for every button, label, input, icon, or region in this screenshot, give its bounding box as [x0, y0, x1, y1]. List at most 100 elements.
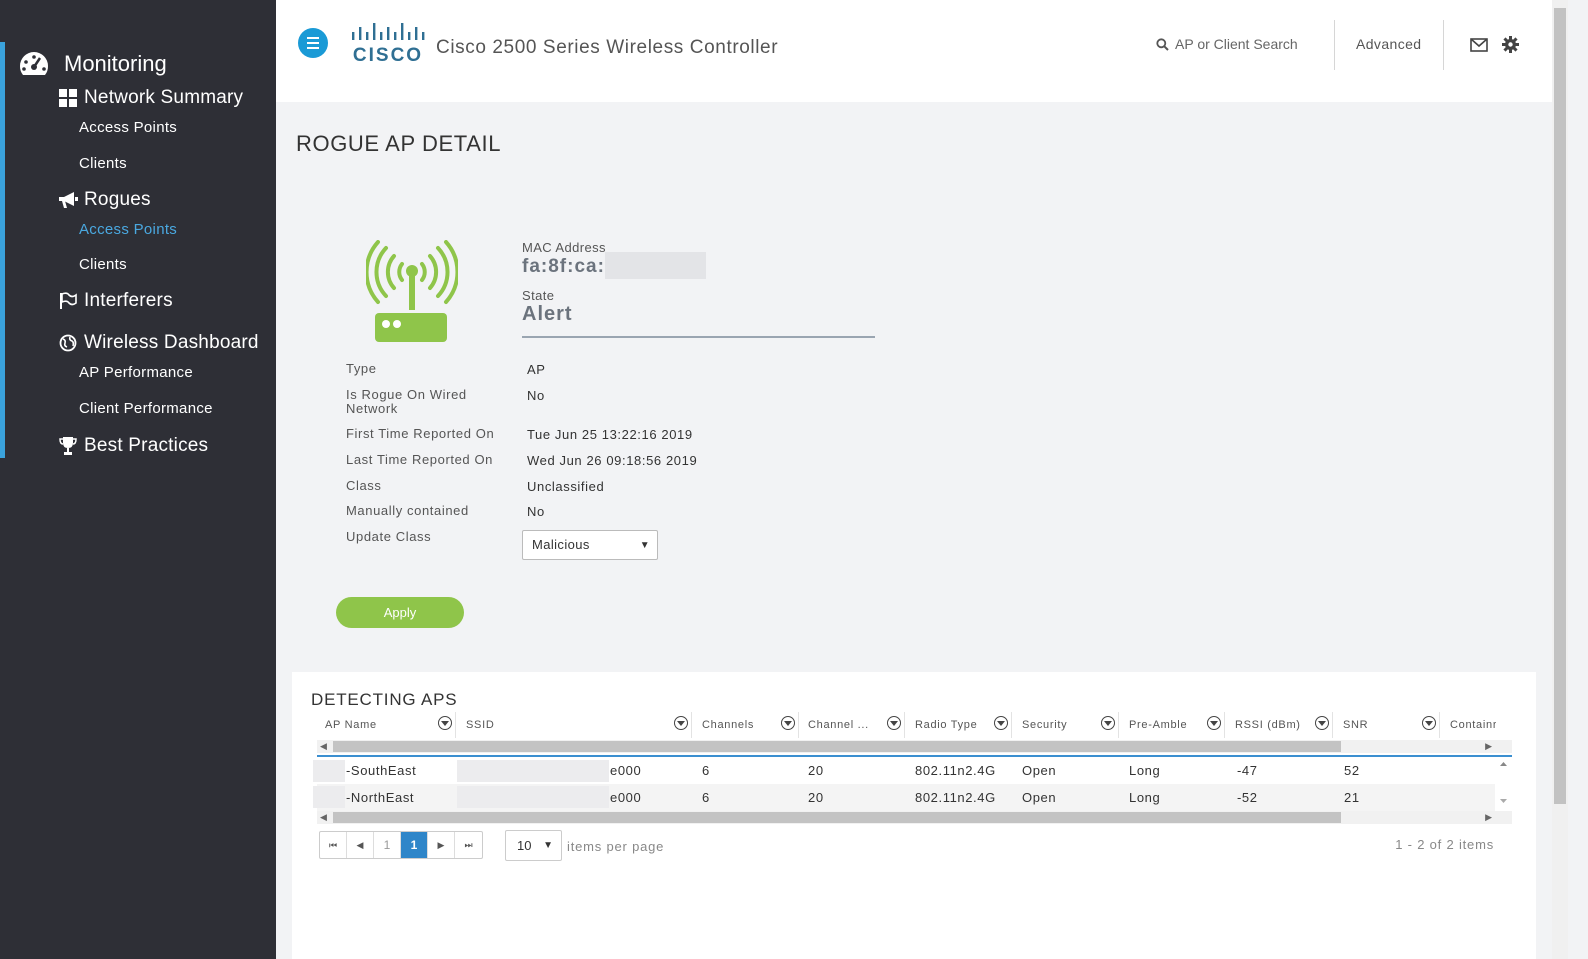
cell-channel-width: 20: [808, 790, 824, 805]
col-separator: [1332, 712, 1333, 738]
manually-contained-label: Manually contained: [346, 503, 469, 518]
filter-icon[interactable]: [994, 716, 1008, 730]
sidebar-item-ns-access-points[interactable]: Access Points: [79, 119, 177, 136]
current-page-button[interactable]: 1: [401, 832, 428, 858]
col-ap-name[interactable]: AP Name: [325, 716, 377, 734]
sidebar: Monitoring Network Summary Access Points…: [0, 0, 276, 959]
col-containment[interactable]: Containr: [1450, 716, 1496, 734]
sidebar-item-best-practices[interactable]: Best Practices: [58, 435, 208, 457]
type-label: Type: [346, 361, 377, 376]
update-class-select[interactable]: Malicious ▼: [522, 530, 658, 560]
cell-snr: 21: [1344, 790, 1360, 805]
cell-security: Open: [1022, 763, 1057, 778]
sidebar-item-interferers[interactable]: Interferers: [58, 290, 173, 312]
cell-channels: 6: [702, 790, 710, 805]
table-vertical-scrollbar[interactable]: [1495, 757, 1512, 812]
col-preamble[interactable]: Pre-Amble: [1129, 716, 1187, 734]
sidebar-item-label: Monitoring: [64, 51, 167, 76]
filter-icon[interactable]: [1207, 716, 1221, 730]
col-security[interactable]: Security: [1022, 716, 1067, 734]
prev-page-button[interactable]: ◀: [347, 832, 374, 858]
col-separator: [798, 712, 799, 738]
scrollbar-thumb[interactable]: [333, 812, 1341, 823]
filter-icon[interactable]: [887, 716, 901, 730]
col-rssi[interactable]: RSSI (dBm): [1235, 716, 1301, 734]
scrollbar-thumb[interactable]: [1554, 8, 1566, 804]
sidebar-item-rogue-clients[interactable]: Clients: [79, 256, 127, 273]
col-channel-width[interactable]: Channel ...: [808, 716, 869, 734]
dashboard-gauge-icon: [19, 52, 49, 75]
sidebar-item-client-performance[interactable]: Client Performance: [79, 400, 213, 417]
items-per-page-value: 10: [517, 838, 532, 853]
svg-text:CISCO: CISCO: [353, 45, 423, 64]
trophy-icon: [58, 436, 78, 456]
next-page-button[interactable]: ▶: [428, 832, 455, 858]
last-page-button[interactable]: ⏭: [455, 832, 482, 858]
scrollbar-thumb[interactable]: [333, 741, 1341, 752]
col-snr[interactable]: SNR: [1343, 716, 1368, 734]
cell-channel-width: 20: [808, 763, 824, 778]
filter-icon[interactable]: [674, 716, 688, 730]
gear-icon[interactable]: [1502, 36, 1519, 53]
col-radio-type[interactable]: Radio Type: [915, 716, 977, 734]
sidebar-item-ap-performance[interactable]: AP Performance: [79, 364, 193, 381]
sidebar-item-network-summary[interactable]: Network Summary: [58, 87, 243, 109]
state-value: Alert: [522, 303, 573, 325]
sidebar-item-rogues[interactable]: Rogues: [58, 189, 151, 211]
scroll-left-icon[interactable]: ◀: [320, 812, 327, 823]
hamburger-menu-button[interactable]: [298, 28, 328, 58]
advanced-link[interactable]: Advanced: [1356, 36, 1421, 52]
scroll-left-icon[interactable]: ◀: [320, 741, 327, 752]
table-header-scrollbar[interactable]: ◀ ▶: [317, 740, 1512, 753]
cell-ssid: e000: [610, 790, 642, 805]
mail-icon[interactable]: [1470, 38, 1488, 52]
search-box[interactable]: [1156, 36, 1325, 52]
filter-icon[interactable]: [781, 716, 795, 730]
col-separator: [1011, 712, 1012, 738]
type-value: AP: [527, 362, 546, 377]
cell-preamble: Long: [1129, 763, 1161, 778]
col-ssid[interactable]: SSID: [466, 716, 494, 734]
megaphone-icon: [58, 190, 78, 210]
scroll-right-icon[interactable]: ▶: [1485, 812, 1492, 823]
redacted-mac: [605, 252, 706, 279]
sidebar-item-ns-clients[interactable]: Clients: [79, 155, 127, 172]
state-divider: [522, 336, 875, 338]
filter-icon[interactable]: [1101, 716, 1115, 730]
items-per-page-label: items per page: [567, 839, 665, 854]
dropdown-arrow-icon: ▼: [543, 840, 553, 851]
class-label: Class: [346, 478, 382, 493]
page-scrollbar[interactable]: [1552, 0, 1568, 959]
cell-preamble: Long: [1129, 790, 1161, 805]
menu-line: [307, 37, 319, 39]
sidebar-item-label: Network Summary: [84, 87, 244, 108]
item-count: 1 - 2 of 2 items: [1395, 837, 1494, 852]
cell-ssid: e000: [610, 763, 642, 778]
sidebar-item-label: Interferers: [84, 290, 173, 311]
sidebar-item-rogue-access-points[interactable]: Access Points: [79, 221, 177, 238]
grid-icon: [58, 88, 78, 108]
filter-icon[interactable]: [438, 716, 452, 730]
sidebar-item-wireless-dashboard[interactable]: Wireless Dashboard: [58, 332, 259, 354]
filter-icon[interactable]: [1422, 716, 1436, 730]
items-per-page-select[interactable]: 10 ▼: [505, 830, 562, 861]
col-channels[interactable]: Channels: [702, 716, 754, 734]
table-bottom-scrollbar[interactable]: ◀ ▶: [317, 811, 1512, 824]
search-input[interactable]: [1175, 36, 1325, 52]
scroll-right-icon[interactable]: ▶: [1485, 741, 1492, 752]
cell-snr: 52: [1344, 763, 1360, 778]
sidebar-item-label: Best Practices: [84, 435, 209, 456]
class-value: Unclassified: [527, 479, 605, 494]
filter-icon[interactable]: [1315, 716, 1329, 730]
sidebar-accent: [0, 42, 5, 458]
cell-security: Open: [1022, 790, 1057, 805]
first-reported-label: First Time Reported On: [346, 426, 495, 441]
apply-button[interactable]: Apply: [336, 597, 464, 628]
sidebar-item-label: Rogues: [84, 189, 151, 210]
sidebar-item-monitoring[interactable]: Monitoring: [18, 50, 167, 78]
page-button[interactable]: 1: [374, 832, 401, 858]
header-divider: [1334, 20, 1335, 70]
col-separator: [455, 712, 456, 738]
first-page-button[interactable]: ⏮: [320, 832, 347, 858]
redacted-ssid: [457, 760, 609, 782]
